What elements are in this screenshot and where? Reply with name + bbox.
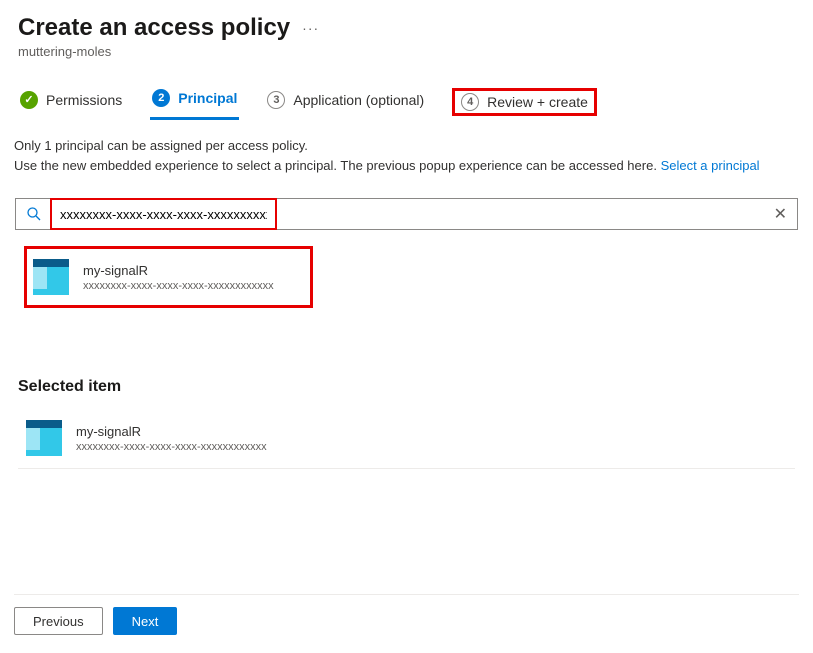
search-icon xyxy=(26,206,42,222)
tab-application[interactable]: 3 Application (optional) xyxy=(265,85,426,119)
check-icon: ✓ xyxy=(20,91,38,109)
tab-label: Permissions xyxy=(46,92,122,108)
resource-icon xyxy=(33,259,69,295)
tab-principal[interactable]: 2 Principal xyxy=(150,83,239,120)
info-line: Use the new embedded experience to selec… xyxy=(14,158,661,173)
tab-permissions[interactable]: ✓ Permissions xyxy=(18,85,124,119)
page-subtitle: muttering-moles xyxy=(18,44,795,59)
search-input[interactable] xyxy=(56,200,271,228)
wizard-steps: ✓ Permissions 2 Principal 3 Application … xyxy=(0,83,813,120)
result-name: my-signalR xyxy=(83,263,274,278)
tab-label: Review + create xyxy=(487,94,588,110)
step-number-icon: 2 xyxy=(152,89,170,107)
tab-label: Application (optional) xyxy=(293,92,424,108)
search-box[interactable]: ✕ xyxy=(15,198,798,230)
step-number-icon: 4 xyxy=(461,93,479,111)
more-icon[interactable]: ··· xyxy=(302,20,319,36)
select-principal-link[interactable]: Select a principal xyxy=(661,158,760,173)
resource-icon xyxy=(26,420,62,456)
info-line: Only 1 principal can be assigned per acc… xyxy=(14,136,795,156)
selected-id: xxxxxxxx-xxxx-xxxx-xxxx-xxxxxxxxxxxx xyxy=(76,441,267,453)
selected-item: my-signalR xxxxxxxx-xxxx-xxxx-xxxx-xxxxx… xyxy=(18,408,795,469)
search-result-item[interactable]: my-signalR xxxxxxxx-xxxx-xxxx-xxxx-xxxxx… xyxy=(24,246,313,308)
info-text: Only 1 principal can be assigned per acc… xyxy=(0,120,813,176)
result-id: xxxxxxxx-xxxx-xxxx-xxxx-xxxxxxxxxxxx xyxy=(83,280,274,292)
clear-search-icon[interactable]: ✕ xyxy=(770,204,791,224)
tab-label: Principal xyxy=(178,90,237,106)
selected-heading: Selected item xyxy=(18,378,795,396)
selected-name: my-signalR xyxy=(76,424,267,439)
tab-review-create[interactable]: 4 Review + create xyxy=(452,88,597,116)
step-number-icon: 3 xyxy=(267,91,285,109)
previous-button[interactable]: Previous xyxy=(14,607,103,635)
next-button[interactable]: Next xyxy=(113,607,178,635)
page-title: Create an access policy xyxy=(18,14,290,42)
